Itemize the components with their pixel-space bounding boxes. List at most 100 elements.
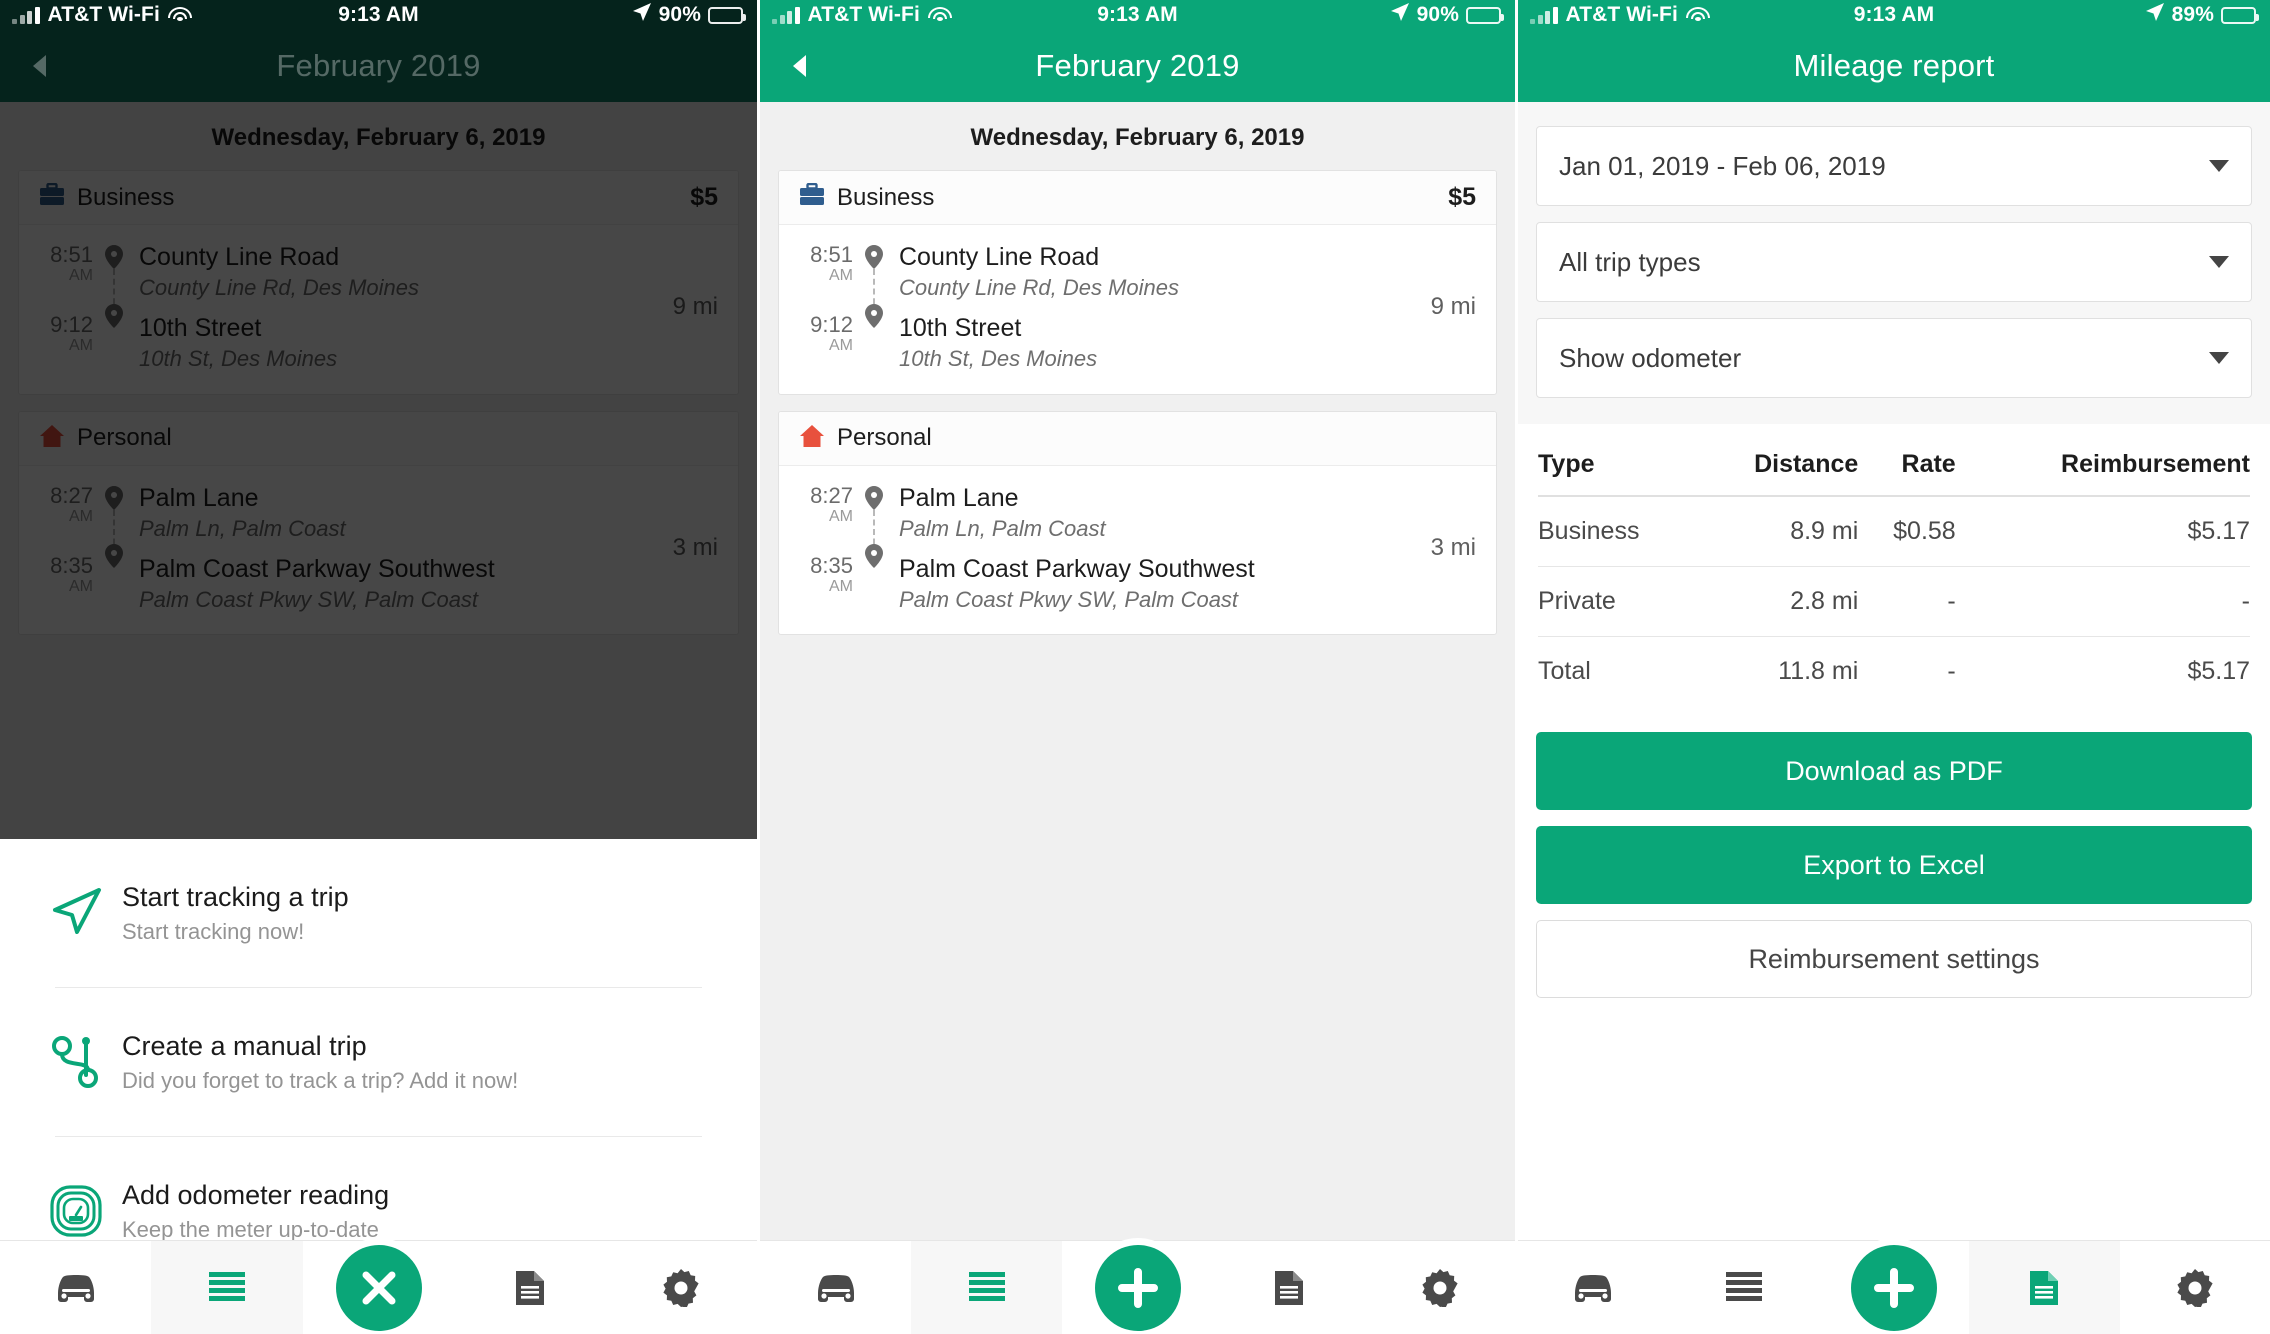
chevron-down-icon (2209, 256, 2229, 268)
chevron-down-icon (2209, 352, 2229, 364)
trip-addresses: Palm Lane Palm Ln, Palm Coast Palm Coast… (127, 484, 663, 613)
tab-bar (760, 1240, 1515, 1334)
odometer-value: Show odometer (1559, 342, 1742, 373)
table-row: Private 2.8 mi - - (1538, 566, 2250, 637)
trip-times: 8:27 AM 8:35 AM (799, 482, 861, 613)
trip-times: 8:51 AM 9:12 AM (799, 243, 861, 372)
trip-addresses: County Line Road County Line Rd, Des Moi… (887, 243, 1421, 372)
page-title: February 2019 (1035, 48, 1240, 83)
tab-settings[interactable] (606, 1241, 757, 1334)
trip-card-personal[interactable]: Personal 8:27 AM 8:35 AM Palm Lane Palm … (778, 410, 1497, 636)
action-start-tracking[interactable]: Start tracking a trip Start tracking now… (0, 839, 757, 987)
tab-list[interactable] (911, 1241, 1062, 1334)
trip-pins (101, 484, 127, 613)
tab-reports[interactable] (454, 1241, 605, 1334)
trip-list-content: Wednesday, February 6, 2019 Business $5 … (760, 102, 1515, 1240)
report-actions: Download as PDF Export to Excel Reimburs… (1518, 716, 2270, 998)
nav-bar: February 2019 (0, 30, 757, 102)
time-value: 8:35 (810, 552, 853, 578)
battery-icon (2221, 6, 2259, 24)
add-button[interactable] (1851, 1244, 1937, 1331)
time-value: 8:27 (810, 482, 853, 508)
cell-reimbursement: $5.17 (1955, 495, 2250, 567)
download-pdf-button[interactable]: Download as PDF (1536, 732, 2252, 810)
battery-icon (708, 6, 746, 24)
export-excel-button[interactable]: Export to Excel (1536, 826, 2252, 904)
location-name: County Line Road (899, 243, 1100, 271)
date-range-value: Jan 01, 2019 - Feb 06, 2019 (1559, 150, 1886, 181)
three-screen-comparison: AT&T Wi-Fi 9:13 AM 90% February 2019 Wed… (0, 0, 2270, 1334)
action-title: Start tracking a trip (122, 882, 349, 913)
table-row: Business 8.9 mi $0.58 $5.17 (1538, 495, 2250, 567)
trip-type-select[interactable]: All trip types (1536, 222, 2252, 302)
trip-row: 8:27 AM 8:35 AM Palm Lane Palm Ln, Palm … (779, 466, 1496, 635)
trip-card-personal[interactable]: Personal 8:27 AM 8:35 AM Palm Lane Palm … (18, 410, 739, 636)
card-header: Business $5 (19, 171, 738, 225)
cell-reimbursement: $5.17 (1955, 636, 2250, 706)
back-button[interactable] (786, 53, 812, 79)
mileage-report-table: Type Distance Rate Reimbursement Busines… (1538, 450, 2250, 706)
action-title: Create a manual trip (122, 1031, 367, 1062)
add-button[interactable] (1094, 1244, 1181, 1331)
action-create-manual-trip[interactable]: Create a manual trip Did you forget to t… (0, 988, 757, 1136)
location-address: Palm Ln, Palm Coast (139, 515, 346, 541)
nav-bar: February 2019 (760, 30, 1515, 102)
trip-times: 8:51 AM 9:12 AM (39, 243, 101, 372)
tab-car[interactable] (0, 1241, 151, 1334)
trip-pins (101, 243, 127, 372)
trip-distance: 3 mi (1430, 533, 1476, 561)
location-name: Palm Coast Parkway Southwest (899, 554, 1255, 583)
leg-time-end: 9:12 AM (799, 313, 853, 355)
tab-reports[interactable] (1969, 1241, 2120, 1334)
tab-reports[interactable] (1213, 1241, 1364, 1334)
card-header: Personal (779, 411, 1496, 466)
leg-time-end: 9:12 AM (39, 313, 93, 355)
cell-type: Business (1538, 495, 1696, 567)
action-text: Start tracking a trip Start tracking now… (122, 881, 349, 944)
column-type: Type (1538, 450, 1595, 478)
map-pin-icon (865, 245, 883, 269)
tab-car[interactable] (1518, 1241, 1668, 1334)
trip-row: 8:27 AM 8:35 AM Palm Lane Palm Ln, Palm … (19, 466, 738, 635)
location-address: Palm Ln, Palm Coast (899, 515, 1106, 541)
day-label: Wednesday, February 6, 2019 (211, 124, 546, 151)
tab-settings[interactable] (2120, 1241, 2270, 1334)
action-add-odometer-reading[interactable]: Add odometer reading Keep the meter up-t… (0, 1137, 757, 1240)
location-name: Palm Coast Parkway Southwest (139, 554, 495, 583)
time-ampm: AM (69, 267, 93, 285)
time-ampm: AM (829, 507, 853, 525)
card-header: Personal (19, 411, 738, 466)
trip-list-content: Wednesday, February 6, 2019 Business $5 … (0, 102, 757, 1240)
card-amount: $5 (690, 183, 718, 211)
cell-distance: 2.8 mi (1695, 566, 1859, 637)
trip-addresses: Palm Lane Palm Ln, Palm Coast Palm Coast… (887, 484, 1421, 613)
route-icon (30, 1035, 122, 1089)
back-button[interactable] (26, 53, 52, 79)
table-row-total: Total 11.8 mi - $5.17 (1538, 636, 2250, 706)
cell-type: Private (1538, 566, 1696, 637)
tab-list[interactable] (1668, 1241, 1818, 1334)
tab-list[interactable] (151, 1241, 303, 1334)
location-address: 10th St, Des Moines (139, 346, 338, 372)
briefcase-icon (799, 182, 825, 212)
close-button[interactable] (335, 1244, 422, 1331)
reimbursement-settings-button[interactable]: Reimbursement settings (1536, 920, 2252, 998)
leg-time-start: 8:51 AM (39, 243, 93, 285)
tab-settings[interactable] (1364, 1241, 1515, 1334)
time-value: 8:51 (50, 242, 93, 267)
date-range-select[interactable]: Jan 01, 2019 - Feb 06, 2019 (1536, 126, 2252, 206)
trip-card-business[interactable]: Business $5 8:51 AM 9:12 AM County Line … (778, 170, 1497, 395)
tab-car[interactable] (760, 1241, 911, 1334)
briefcase-icon (39, 182, 65, 212)
trip-card-business[interactable]: Business $5 8:51 AM 9:12 AM County Line … (18, 170, 739, 395)
action-subtitle: Did you forget to track a trip? Add it n… (122, 1067, 519, 1093)
battery-icon (1466, 6, 1504, 24)
leg-time-end: 8:35 AM (39, 554, 93, 596)
trip-row: 8:51 AM 9:12 AM County Line Road County … (779, 225, 1496, 394)
map-pin-icon (865, 485, 883, 510)
time-ampm: AM (69, 507, 93, 525)
odometer-select[interactable]: Show odometer (1536, 318, 2252, 398)
leg-time-start: 8:27 AM (39, 483, 93, 526)
map-pin-icon (105, 544, 123, 569)
status-time: 9:13 AM (1853, 3, 1935, 26)
